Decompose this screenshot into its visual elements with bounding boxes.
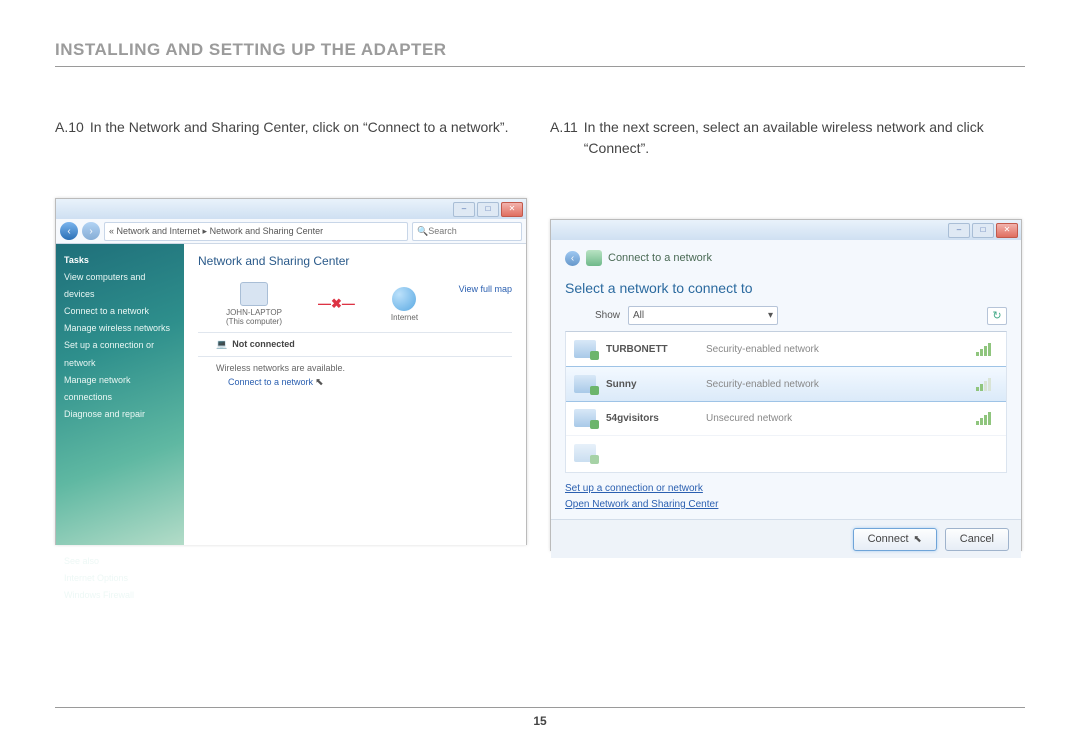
network-name: 54gvisitors <box>606 413 696 424</box>
signal-bars-icon <box>976 377 998 391</box>
step-a11: A.11 In the next screen, select an avail… <box>550 117 1025 159</box>
not-connected-label: 💻 Not connected <box>216 339 512 350</box>
see-also-item[interactable]: Internet Options <box>64 570 176 587</box>
setup-connection-link[interactable]: Set up a connection or network <box>565 481 1007 497</box>
signal-bars-icon <box>976 411 998 425</box>
node-this-computer: JOHN-LAPTOP (This computer) <box>226 282 282 326</box>
network-icon <box>574 340 596 358</box>
network-row[interactable] <box>566 436 1006 470</box>
show-select[interactable]: All▾ <box>628 306 778 325</box>
dialog-prompt: Select a network to connect to <box>565 280 1007 296</box>
section-title: INSTALLING AND SETTING UP THE ADAPTER <box>55 40 1025 60</box>
sidebar-item[interactable]: Manage network connections <box>64 372 176 406</box>
screenshot-network-sharing-center: – □ ✕ ‹ › « Network and Internet ▸ Netwo… <box>55 198 527 545</box>
show-label: Show <box>595 310 620 321</box>
network-row[interactable]: TURBONETT Security-enabled network <box>566 332 1006 367</box>
window-minimize-button[interactable]: – <box>453 202 475 217</box>
sidebar-item[interactable]: Diagnose and repair <box>64 406 176 423</box>
network-name: TURBONETT <box>606 344 696 355</box>
network-icon <box>574 409 596 427</box>
breadcrumb[interactable]: « Network and Internet ▸ Network and Sha… <box>104 222 408 241</box>
network-security: Unsecured network <box>706 413 966 424</box>
address-bar: ‹ › « Network and Internet ▸ Network and… <box>56 219 526 244</box>
cancel-button[interactable]: Cancel <box>945 528 1009 551</box>
search-input[interactable]: 🔍 Search <box>412 222 522 241</box>
step-a11-num: A.11 <box>550 117 578 159</box>
connection-broken-icon: —✖— <box>318 296 355 312</box>
window-close-button[interactable]: ✕ <box>501 202 523 217</box>
tasks-heading: Tasks <box>64 252 176 269</box>
signal-bars-icon <box>976 342 998 356</box>
step-a11-text: In the next screen, select an available … <box>584 117 1025 159</box>
step-a10-text: In the Network and Sharing Center, click… <box>90 117 509 138</box>
connect-to-network-link[interactable]: Connect to a network⬉ <box>228 377 323 388</box>
panel-title: Network and Sharing Center <box>198 254 512 268</box>
open-sharing-center-link[interactable]: Open Network and Sharing Center <box>565 497 1007 513</box>
sidebar-item[interactable]: Set up a connection or network <box>64 337 176 371</box>
computer-icon <box>240 282 268 306</box>
nav-forward-button[interactable]: › <box>82 222 100 240</box>
node-sublabel: (This computer) <box>226 317 282 326</box>
page-number: 15 <box>55 714 1025 728</box>
connect-button[interactable]: Connect ⬉ <box>853 528 937 551</box>
sidebar-item[interactable]: Manage wireless networks <box>64 320 176 337</box>
search-placeholder: Search <box>428 226 457 236</box>
network-row[interactable]: 54gvisitors Unsecured network <box>566 401 1006 436</box>
network-list: TURBONETT Security-enabled network Sunny… <box>565 331 1007 473</box>
step-a10: A.10 In the Network and Sharing Center, … <box>55 117 530 138</box>
dialog-footer: Connect ⬉ Cancel <box>551 519 1021 558</box>
network-security: Security-enabled network <box>706 344 966 355</box>
tasks-sidebar: Tasks View computers and devices Connect… <box>56 244 184 545</box>
network-name: Sunny <box>606 379 696 390</box>
cursor-icon: ⬉ <box>315 377 323 388</box>
sidebar-item[interactable]: Connect to a network <box>64 303 176 320</box>
window-titlebar: – □ ✕ <box>551 220 1021 240</box>
chevron-down-icon: ▾ <box>768 310 773 321</box>
node-label: Internet <box>391 313 418 322</box>
network-icon <box>574 375 596 393</box>
rule-bottom <box>55 707 1025 708</box>
view-full-map-link[interactable]: View full map <box>459 284 512 294</box>
node-internet: Internet <box>391 287 418 322</box>
sidebar-item[interactable]: View computers and devices <box>64 269 176 303</box>
window-maximize-button[interactable]: □ <box>477 202 499 217</box>
nav-back-button[interactable]: ‹ <box>60 222 78 240</box>
window-close-button[interactable]: ✕ <box>996 223 1018 238</box>
nav-back-button[interactable]: ‹ <box>565 251 580 266</box>
window-minimize-button[interactable]: – <box>948 223 970 238</box>
globe-icon <box>392 287 416 311</box>
dialog-title: Connect to a network <box>608 252 712 264</box>
wireless-available-label: Wireless networks are available. <box>216 363 512 373</box>
window-maximize-button[interactable]: □ <box>972 223 994 238</box>
screenshot-connect-dialog: – □ ✕ ‹ Connect to a network Select a ne… <box>550 219 1022 551</box>
refresh-button[interactable]: ↻ <box>987 307 1007 325</box>
window-titlebar: – □ ✕ <box>56 199 526 219</box>
main-panel: Network and Sharing Center View full map… <box>184 244 526 545</box>
network-security: Security-enabled network <box>706 379 966 390</box>
network-row-selected[interactable]: Sunny Security-enabled network <box>565 366 1007 402</box>
node-label: JOHN-LAPTOP <box>226 308 282 317</box>
step-a10-num: A.10 <box>55 117 84 138</box>
cursor-icon: ⬉ <box>911 534 922 545</box>
dialog-header: ‹ Connect to a network <box>565 250 1007 266</box>
rule-top <box>55 66 1025 67</box>
see-also-item[interactable]: Windows Firewall <box>64 587 176 604</box>
network-icon <box>586 250 602 266</box>
see-also-heading: See also <box>64 553 176 570</box>
network-icon <box>574 444 596 462</box>
